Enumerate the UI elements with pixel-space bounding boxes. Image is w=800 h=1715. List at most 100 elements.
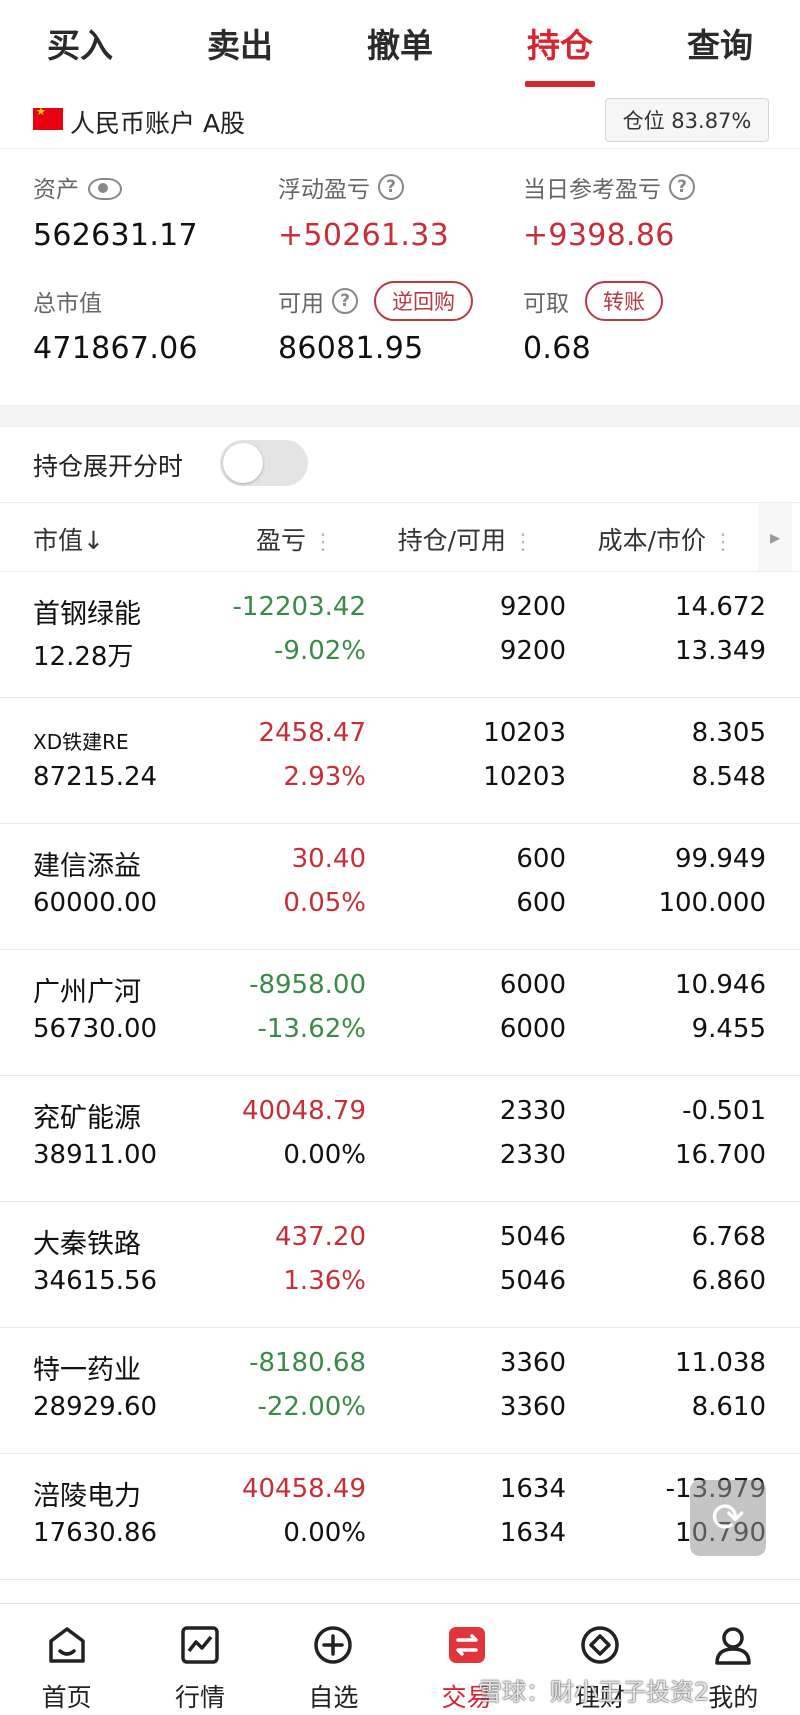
pl-percent: -13.62% (257, 1014, 366, 1044)
pl-amount: 40048.79 (241, 1096, 366, 1126)
stock-name: 广州广河 (33, 977, 141, 1008)
daily-pl-block: 当日参考盈亏? +9398.86 (523, 170, 695, 253)
assets-block: 资产 562631.17 (33, 170, 198, 253)
holding-qty: 10203 (483, 718, 566, 748)
plus-circle-icon (310, 1622, 356, 1668)
assets-label: 资产 (33, 177, 79, 203)
stock-name: 涪陵电力 (33, 1481, 141, 1512)
nav-market[interactable]: 行情 (133, 1604, 266, 1715)
table-row[interactable]: 涪陵电力 17630.86 40458.49 0.00% 1634 1634 -… (0, 1454, 800, 1580)
table-row[interactable]: 大秦铁路 34615.56 437.20 1.36% 5046 5046 6.7… (0, 1202, 800, 1328)
pl-percent: 0.00% (283, 1140, 366, 1170)
market-value: 12.28万 (33, 642, 134, 672)
pl-percent: 0.00% (283, 1518, 366, 1548)
market-price: 6.860 (691, 1266, 766, 1296)
watermark-text: 雪球：财小王子投资2 (478, 1678, 710, 1706)
market-value-label: 总市值 (33, 291, 102, 317)
position-ratio-badge: 仓位 83.87% (605, 98, 769, 142)
market-price: 8.610 (691, 1392, 766, 1422)
float-pl-label: 浮动盈亏 (278, 177, 370, 203)
reverse-repo-button[interactable]: 逆回购 (374, 281, 473, 321)
account-name[interactable]: 人民币账户 A股 (70, 104, 245, 140)
market-value: 87215.24 (33, 762, 158, 792)
market-value: 38911.00 (33, 1140, 158, 1170)
home-icon (44, 1622, 90, 1668)
stock-name: 特一药业 (33, 1355, 141, 1386)
holdings-list: 首钢绿能 12.28万 -12203.42 -9.02% 9200 9200 1… (0, 572, 800, 1580)
nav-watchlist-label: 自选 (308, 1683, 359, 1712)
table-row[interactable]: 建信添益 60000.00 30.40 0.05% 600 600 99.949… (0, 824, 800, 950)
account-bar: 人民币账户 A股 仓位 83.87% (0, 98, 800, 148)
cost-price: 8.305 (691, 718, 766, 748)
table-row[interactable]: XD铁建RE 87215.24 2458.47 2.93% 10203 1020… (0, 698, 800, 824)
table-row[interactable]: 广州广河 56730.00 -8958.00 -13.62% 6000 6000… (0, 950, 800, 1076)
pl-percent: 1.36% (283, 1266, 366, 1296)
column-pl[interactable]: 盈亏 ⋮ (256, 521, 334, 557)
available-value: 86081.95 (278, 331, 424, 366)
holdings-header: 市值↓ 盈亏 ⋮ 持仓/可用 ⋮ 成本/市价 ⋮ ▸ (0, 502, 800, 572)
stock-name: 首钢绿能 (33, 599, 141, 630)
stock-name: XD铁建RE (33, 730, 129, 754)
tab-query[interactable]: 查询 (687, 19, 753, 81)
refresh-icon[interactable]: ⟳ (690, 1480, 766, 1556)
pl-percent: 2.93% (283, 762, 366, 792)
pl-percent: 0.05% (283, 888, 366, 918)
pl-amount: -8180.68 (249, 1348, 366, 1378)
withdrawable-value: 0.68 (523, 331, 591, 366)
trade-tabs: 买入 卖出 撤单 持仓 查询 (0, 0, 800, 100)
wealth-icon (577, 1622, 623, 1668)
market-value: 34615.56 (33, 1266, 158, 1296)
column-cost-price[interactable]: 成本/市价 ⋮ (598, 521, 734, 557)
holding-qty: 1634 (499, 1474, 566, 1504)
holding-qty: 600 (516, 844, 566, 874)
available-label: 可用 (278, 291, 324, 317)
table-row[interactable]: 特一药业 28929.60 -8180.68 -22.00% 3360 3360… (0, 1328, 800, 1454)
pl-amount: 30.40 (291, 844, 366, 874)
pl-amount: -12203.42 (232, 592, 366, 622)
column-market-value[interactable]: 市值↓ (33, 521, 104, 557)
market-value-value: 471867.06 (33, 331, 198, 366)
cost-price: -0.501 (682, 1096, 766, 1126)
withdrawable-label: 可取 (523, 291, 569, 317)
pl-percent: -22.00% (257, 1392, 366, 1422)
tab-buy[interactable]: 买入 (47, 19, 113, 81)
help-icon[interactable]: ? (378, 174, 404, 200)
scroll-right-icon[interactable]: ▸ (758, 503, 792, 571)
available-qty: 9200 (499, 636, 566, 666)
help-icon[interactable]: ? (669, 174, 695, 200)
expand-intraday-toggle[interactable] (220, 440, 308, 486)
market-value: 17630.86 (33, 1518, 158, 1548)
trade-icon (444, 1622, 490, 1668)
eye-icon[interactable] (87, 176, 122, 200)
cost-price: 10.946 (675, 970, 766, 1000)
daily-pl-label: 当日参考盈亏 (523, 177, 661, 203)
market-price: 16.700 (675, 1140, 766, 1170)
daily-pl-value: +9398.86 (523, 218, 675, 253)
column-cost-price-label: 成本/市价 (597, 526, 706, 555)
holding-qty: 3360 (499, 1348, 566, 1378)
available-qty: 600 (516, 888, 566, 918)
holding-qty: 5046 (499, 1222, 566, 1252)
market-price: 8.548 (691, 762, 766, 792)
available-qty: 1634 (499, 1518, 566, 1548)
cost-price: 99.949 (675, 844, 766, 874)
pl-amount: 40458.49 (241, 1474, 366, 1504)
china-flag-icon (33, 105, 63, 130)
sort-dots-icon: ⋮ (312, 530, 334, 555)
available-block: 可用? 逆回购 86081.95 (278, 281, 473, 366)
available-qty: 5046 (499, 1266, 566, 1296)
sort-dots-icon: ⋮ (512, 530, 534, 555)
cost-price: 11.038 (675, 1348, 766, 1378)
nav-home[interactable]: 首页 (0, 1604, 133, 1715)
help-icon[interactable]: ? (332, 288, 358, 314)
transfer-button[interactable]: 转账 (585, 281, 663, 321)
column-qty[interactable]: 持仓/可用 ⋮ (398, 521, 534, 557)
table-row[interactable]: 首钢绿能 12.28万 -12203.42 -9.02% 9200 9200 1… (0, 572, 800, 698)
nav-watchlist[interactable]: 自选 (267, 1604, 400, 1715)
market-price: 13.349 (675, 636, 766, 666)
withdrawable-block: 可取 转账 0.68 (523, 281, 663, 366)
tab-sell[interactable]: 卖出 (207, 19, 273, 81)
tab-cancel-order[interactable]: 撤单 (367, 19, 433, 81)
table-row[interactable]: 兖矿能源 38911.00 40048.79 0.00% 2330 2330 -… (0, 1076, 800, 1202)
tab-holdings[interactable]: 持仓 (525, 19, 595, 87)
